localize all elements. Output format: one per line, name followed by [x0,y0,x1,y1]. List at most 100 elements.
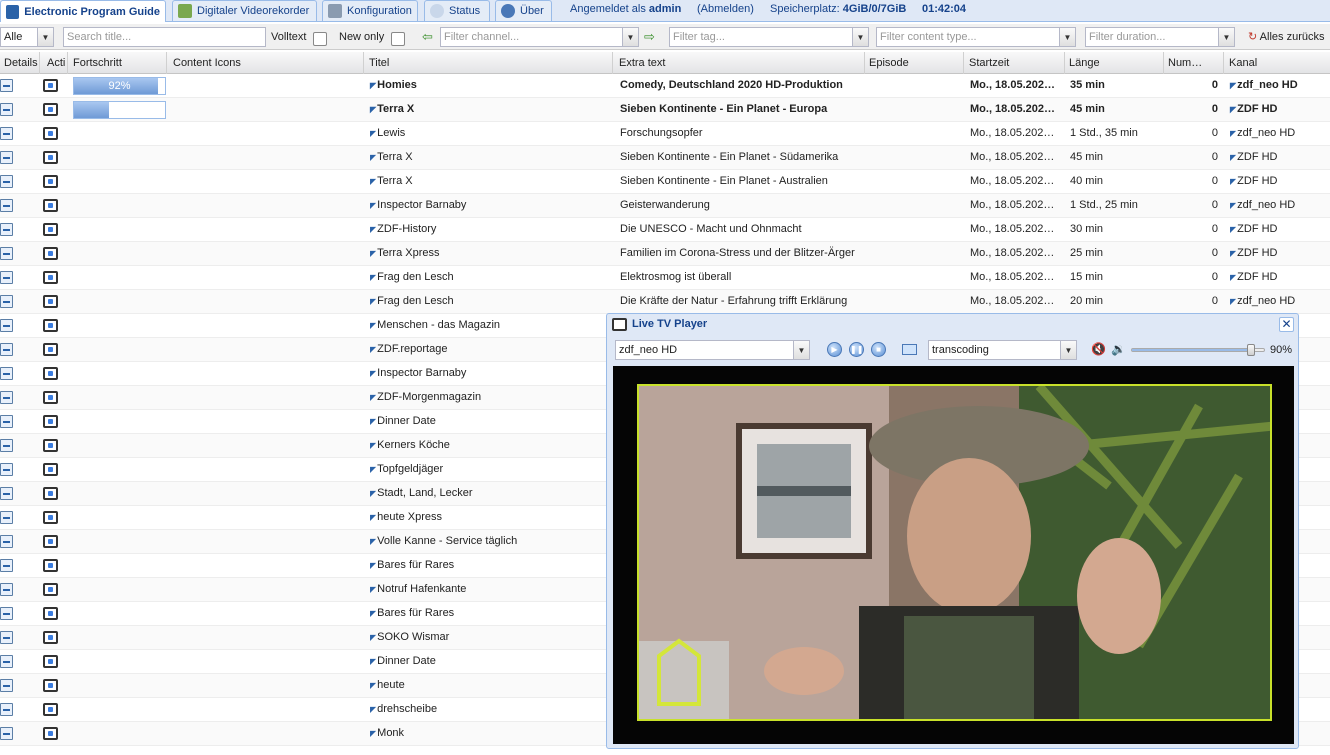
video-frame[interactable] [637,384,1272,721]
watch-tv-icon[interactable] [43,727,58,740]
reset-button[interactable]: ↻ Alles zurücks [1248,30,1324,43]
details-icon[interactable] [0,199,13,212]
watch-tv-icon[interactable] [43,631,58,644]
details-icon[interactable] [0,151,13,164]
watch-tv-icon[interactable] [43,295,58,308]
watch-tv-icon[interactable] [43,511,58,524]
watch-tv-icon[interactable] [43,271,58,284]
details-icon[interactable] [0,103,13,116]
arrow-left-icon[interactable]: ⇦ [422,29,433,45]
watch-tv-icon[interactable] [43,199,58,212]
col-channel[interactable]: Kanal [1225,52,1330,74]
col-progress[interactable]: Fortschritt [69,52,167,74]
table-row[interactable]: 38% ◤Terra X Sieben Kontinente - Ein Plane… [0,98,1330,122]
mute-icon[interactable]: 🔇 [1091,342,1106,356]
watch-tv-icon[interactable] [43,223,58,236]
volume-slider-thumb[interactable] [1246,344,1255,356]
details-icon[interactable] [0,175,13,188]
details-icon[interactable] [0,247,13,260]
col-action[interactable]: Acti [43,52,68,74]
watch-tv-icon[interactable] [43,463,58,476]
watch-tv-icon[interactable] [43,367,58,380]
watch-tv-icon[interactable] [43,487,58,500]
watch-tv-icon[interactable] [43,319,58,332]
details-icon[interactable] [0,415,13,428]
table-row[interactable]: ◤Terra X Sieben Kontinente - Ein Planet -… [0,170,1330,194]
watch-tv-icon[interactable] [43,679,58,692]
table-row[interactable]: ◤ZDF-History Die UNESCO - Macht und Ohnma… [0,218,1330,242]
tab-configuration[interactable]: Konfiguration [322,0,418,21]
transcoding-select[interactable]: transcoding ▼ [928,340,1077,360]
details-icon[interactable] [0,703,13,716]
new-only-checkbox[interactable] [391,32,405,46]
details-icon[interactable] [0,463,13,476]
fullscreen-icon[interactable] [902,344,917,355]
arrow-right-icon[interactable]: ⇨ [644,29,655,45]
volume-icon[interactable]: 🔉 [1111,342,1126,356]
play-icon[interactable]: ▶ [827,342,842,357]
watch-tv-icon[interactable] [43,583,58,596]
details-icon[interactable] [0,487,13,500]
watch-tv-icon[interactable] [43,535,58,548]
table-row[interactable]: ◤Inspector Barnaby Geisterwanderung Mo., 1… [0,194,1330,218]
watch-tv-icon[interactable] [43,703,58,716]
live-tv-player[interactable]: Live TV Player ✕ zdf_neo HD ▼ ▶ ❚❚ ■ tran… [606,313,1299,749]
watch-tv-icon[interactable] [43,559,58,572]
scope-select[interactable]: Alle ▼ [0,27,54,47]
watch-tv-icon[interactable] [43,247,58,260]
chevron-down-icon[interactable]: ▼ [793,341,809,359]
volume-slider[interactable] [1131,344,1265,356]
table-row[interactable]: ◤Frag den Lesch Die Kräfte der Natur - Er… [0,290,1330,314]
table-row[interactable]: 92% ◤Homies Comedy, Deutschland 2020 HD-Pr… [0,74,1330,98]
watch-tv-icon[interactable] [43,439,58,452]
tab-epg[interactable]: Electronic Program Guide [0,0,166,22]
tab-status[interactable]: Status [424,0,490,21]
tag-filter[interactable]: Filter tag... ▼ [669,27,869,47]
watch-tv-icon[interactable] [43,655,58,668]
duration-filter[interactable]: Filter duration... ▼ [1085,27,1235,47]
stop-icon[interactable]: ■ [871,342,886,357]
player-channel-select[interactable]: zdf_neo HD ▼ [615,340,810,360]
chevron-down-icon[interactable]: ▼ [622,28,638,46]
details-icon[interactable] [0,79,13,92]
logout-link[interactable]: (Abmelden) [697,3,754,15]
tab-recorder[interactable]: Digitaler Videorekorder [172,0,317,21]
details-icon[interactable] [0,607,13,620]
search-title-input[interactable]: Search title... [63,27,266,47]
fulltext-checkbox[interactable] [313,32,327,46]
details-icon[interactable] [0,559,13,572]
table-row[interactable]: ◤Frag den Lesch Elektrosmog ist überall Mo… [0,266,1330,290]
col-title[interactable]: Titel [365,52,613,74]
watch-tv-icon[interactable] [43,391,58,404]
watch-tv-icon[interactable] [43,127,58,140]
details-icon[interactable] [0,271,13,284]
details-icon[interactable] [0,655,13,668]
col-start-time[interactable]: Startzeit [965,52,1065,74]
chevron-down-icon[interactable]: ▼ [1218,28,1234,46]
details-icon[interactable] [0,679,13,692]
close-icon[interactable]: ✕ [1279,317,1294,332]
table-row[interactable]: ◤Terra Xpress Familien im Corona-Stress u… [0,242,1330,266]
details-icon[interactable] [0,631,13,644]
chevron-down-icon[interactable]: ▼ [37,28,53,46]
watch-tv-icon[interactable] [43,415,58,428]
tab-about[interactable]: Über [495,0,552,21]
details-icon[interactable] [0,343,13,356]
details-icon[interactable] [0,535,13,548]
content-type-filter[interactable]: Filter content type... ▼ [876,27,1076,47]
col-extra-text[interactable]: Extra text [615,52,865,74]
details-icon[interactable] [0,223,13,236]
col-content-icons[interactable]: Content Icons [169,52,364,74]
chevron-down-icon[interactable]: ▼ [1060,341,1076,359]
col-number[interactable]: Num… [1164,52,1224,74]
watch-tv-icon[interactable] [43,175,58,188]
watch-tv-icon[interactable] [43,343,58,356]
col-details[interactable]: Details [0,52,40,74]
details-icon[interactable] [0,583,13,596]
details-icon[interactable] [0,295,13,308]
details-icon[interactable] [0,391,13,404]
watch-tv-icon[interactable] [43,151,58,164]
details-icon[interactable] [0,511,13,524]
details-icon[interactable] [0,319,13,332]
pause-icon[interactable]: ❚❚ [849,342,864,357]
